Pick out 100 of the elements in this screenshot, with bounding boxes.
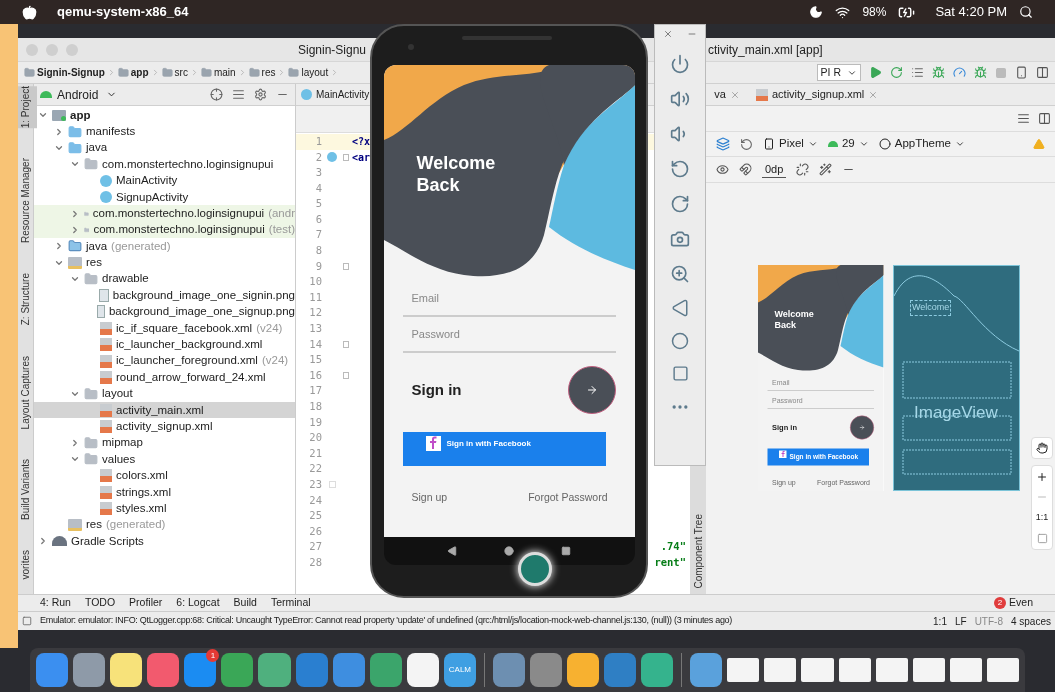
class-icon[interactable] bbox=[327, 152, 337, 163]
close-icon[interactable] bbox=[663, 29, 673, 39]
window-thumbnail[interactable] bbox=[875, 658, 908, 682]
tree-item[interactable]: MainActivity bbox=[34, 172, 295, 189]
tool-window-tab[interactable]: 1: Project bbox=[18, 86, 37, 129]
tree-item[interactable]: layout bbox=[34, 385, 295, 403]
close-icon[interactable] bbox=[730, 89, 740, 100]
device-dropdown[interactable]: Pixel bbox=[763, 135, 818, 153]
finder-app-icon[interactable] bbox=[36, 653, 69, 687]
tree-item[interactable]: styles.xml bbox=[34, 500, 295, 517]
music-app-icon[interactable] bbox=[147, 653, 180, 687]
cursor-position[interactable]: 1:1 bbox=[933, 613, 947, 629]
breadcrumb[interactable]: app bbox=[130, 65, 149, 80]
tree-item[interactable]: SignupActivity bbox=[34, 188, 295, 206]
component-tree-tab[interactable]: Component Tree bbox=[686, 513, 710, 588]
orientation-icon[interactable] bbox=[740, 137, 753, 151]
window-thumbnail[interactable] bbox=[986, 658, 1019, 682]
tree-item[interactable]: Gradle Scripts bbox=[34, 533, 295, 550]
sketch-app-icon[interactable] bbox=[567, 653, 600, 687]
tool-window-tab[interactable]: Terminal bbox=[270, 595, 311, 611]
notes-app-icon[interactable] bbox=[110, 653, 143, 687]
battery-percent[interactable]: 98% bbox=[862, 3, 887, 21]
breadcrumb[interactable]: Signin-Signup bbox=[37, 65, 105, 80]
split-view-icon[interactable] bbox=[1038, 112, 1051, 125]
overview-icon[interactable] bbox=[561, 546, 571, 556]
tool-window-tab[interactable]: vorites bbox=[18, 549, 37, 580]
eye-icon[interactable] bbox=[716, 163, 729, 176]
run-config-dropdown[interactable]: PI R bbox=[816, 64, 861, 81]
menu-clock[interactable]: Sat 4:20 PM bbox=[935, 2, 1007, 22]
tree-item[interactable]: java bbox=[34, 139, 295, 157]
sign-in-arrow-button[interactable] bbox=[567, 366, 616, 414]
editor-tab[interactable]: va bbox=[706, 84, 748, 105]
tree-item[interactable]: background_image_one_signup.png bbox=[34, 303, 295, 321]
sign-up-link[interactable]: Sign up bbox=[411, 490, 448, 506]
tool-window-tab[interactable]: 4: Run bbox=[40, 595, 71, 611]
fold-marker-icon[interactable] bbox=[343, 153, 349, 161]
pan-button[interactable] bbox=[1031, 437, 1053, 459]
vscode-app-icon[interactable] bbox=[295, 653, 328, 687]
apply-changes-icon[interactable] bbox=[890, 66, 903, 79]
api-level-dropdown[interactable]: 29 bbox=[827, 135, 869, 153]
close-icon[interactable] bbox=[868, 89, 879, 100]
window-thumbnail[interactable] bbox=[912, 658, 945, 682]
collapse-icon[interactable] bbox=[232, 88, 245, 101]
layers-icon[interactable] bbox=[716, 137, 730, 151]
volume-up-icon[interactable] bbox=[670, 89, 690, 109]
theme-dropdown[interactable]: AppTheme bbox=[878, 135, 965, 153]
folder-app-icon[interactable] bbox=[690, 653, 723, 687]
tree-item[interactable]: java (generated) bbox=[34, 238, 295, 255]
atom-app-icon[interactable] bbox=[258, 653, 291, 687]
camera-icon[interactable] bbox=[670, 229, 690, 249]
fold-marker-icon[interactable] bbox=[343, 372, 349, 380]
tree-item[interactable]: com.monstertechno.loginsignupui (andr bbox=[34, 205, 295, 222]
slack-app-icon[interactable] bbox=[406, 653, 439, 687]
forgot-password-link[interactable]: Forgot Password bbox=[528, 490, 608, 506]
locate-icon[interactable] bbox=[210, 88, 223, 101]
fold-marker-icon[interactable] bbox=[343, 341, 349, 348]
home-icon[interactable] bbox=[671, 332, 689, 350]
line-separator[interactable]: LF bbox=[954, 613, 967, 629]
tree-item[interactable]: res (generated) bbox=[34, 516, 295, 534]
tool-window-tab[interactable]: Build bbox=[233, 595, 257, 611]
device-icon[interactable] bbox=[1015, 66, 1028, 79]
settings-icon[interactable] bbox=[254, 88, 267, 101]
tree-item[interactable]: round_arrow_forward_24.xml bbox=[34, 369, 295, 386]
tree-item[interactable]: values bbox=[34, 451, 295, 468]
launchpad-app-icon[interactable] bbox=[73, 653, 106, 687]
tree-item[interactable]: strings.xml bbox=[34, 484, 295, 501]
tree-item[interactable]: activity_signup.xml bbox=[34, 418, 295, 435]
tool-window-tab[interactable]: Profiler bbox=[129, 595, 163, 611]
editor-tab[interactable]: MainActivity bbox=[296, 84, 370, 105]
event-log-tab[interactable]: Even bbox=[1009, 595, 1033, 611]
clear-constraints-icon[interactable] bbox=[796, 163, 810, 176]
app-name[interactable]: qemu-system-x86_64 bbox=[57, 2, 189, 22]
android-app-icon[interactable] bbox=[369, 653, 402, 687]
rotate-left-icon[interactable] bbox=[670, 159, 690, 179]
bug-icon[interactable] bbox=[974, 66, 987, 79]
magnet-icon[interactable] bbox=[739, 163, 752, 176]
breadcrumb[interactable]: src bbox=[174, 65, 188, 80]
tree-item[interactable]: activity_main.xml bbox=[34, 402, 295, 419]
tool-window-tab[interactable]: 6: Logcat bbox=[176, 595, 220, 611]
magic-wand-icon[interactable] bbox=[819, 163, 833, 176]
sign-in-arrow-button[interactable] bbox=[850, 415, 874, 440]
color-swatch-icon[interactable] bbox=[328, 481, 336, 489]
tree-item[interactable]: ic_launcher_background.xml bbox=[34, 336, 295, 353]
list-icon[interactable] bbox=[911, 66, 924, 79]
run-icon[interactable] bbox=[869, 66, 882, 79]
tool-window-tab[interactable]: Resource Manager bbox=[18, 158, 37, 244]
panel-toggle-icon[interactable] bbox=[22, 616, 32, 626]
rotate-right-icon[interactable] bbox=[670, 194, 690, 214]
power-icon[interactable] bbox=[670, 54, 690, 74]
tool-window-tab[interactable]: Build Variants bbox=[18, 458, 37, 520]
tree-item[interactable]: background_image_one_signin.png bbox=[34, 287, 295, 304]
breadcrumb[interactable]: layout bbox=[301, 65, 329, 80]
apple-logo-icon[interactable] bbox=[22, 4, 37, 20]
tree-item[interactable]: app bbox=[34, 107, 295, 124]
fit-screen-icon[interactable] bbox=[1036, 532, 1048, 544]
tree-item[interactable]: drawable bbox=[34, 270, 295, 288]
fold-marker-icon[interactable] bbox=[343, 263, 349, 271]
tree-item[interactable]: manifests bbox=[34, 123, 295, 140]
tree-item[interactable]: res bbox=[34, 254, 295, 271]
window-thumbnail[interactable] bbox=[801, 658, 834, 682]
